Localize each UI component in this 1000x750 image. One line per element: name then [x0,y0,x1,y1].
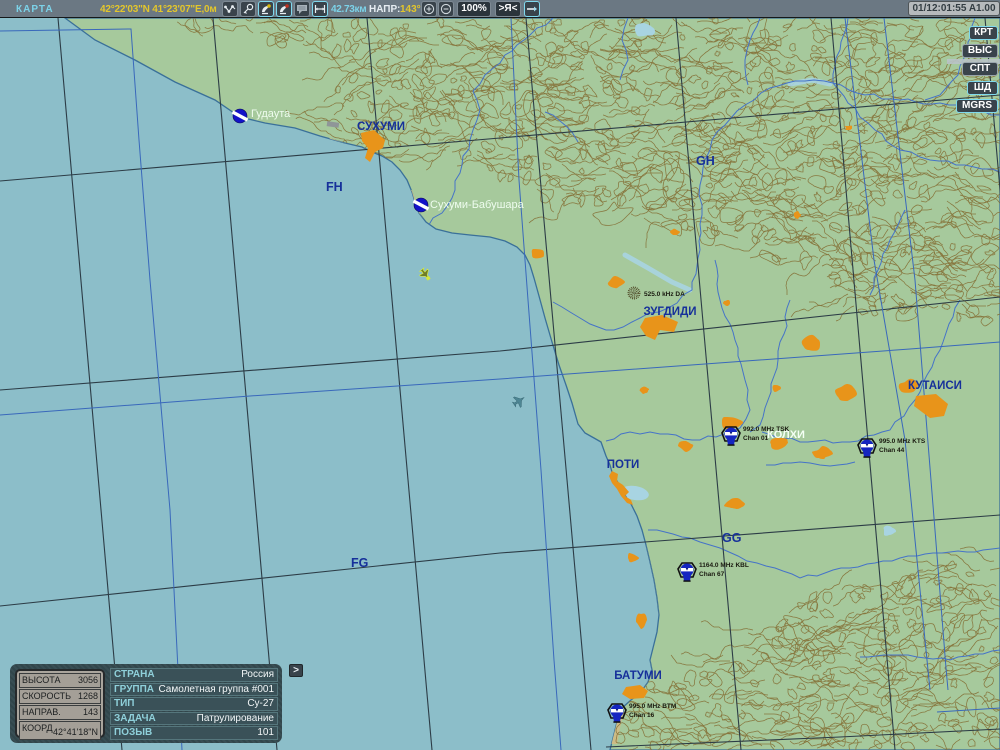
svg-text:Гудаута: Гудаута [251,108,291,120]
svg-text:GH: GH [696,154,715,168]
svg-text:КУТАИСИ: КУТАИСИ [908,380,962,392]
svg-text:Chan 44: Chan 44 [879,447,905,454]
svg-text:995.0 MHz KTS: 995.0 MHz KTS [879,438,926,445]
svg-text:525.0 kHz DA: 525.0 kHz DA [644,291,685,298]
svg-text:Chan 16: Chan 16 [629,712,655,719]
svg-text:Chan 67: Chan 67 [699,571,725,578]
svg-text:FG: FG [351,556,368,570]
svg-text:FH: FH [326,180,343,194]
svg-text:992.0 MHz TSK: 992.0 MHz TSK [743,426,790,433]
svg-text:БАТУМИ: БАТУМИ [614,670,662,682]
svg-text:995.0 MHz BTM: 995.0 MHz BTM [629,703,676,710]
svg-text:ЗУГДИДИ: ЗУГДИДИ [643,306,696,318]
svg-text:1164.0 MHz KBL: 1164.0 MHz KBL [699,562,749,569]
svg-text:ПОТИ: ПОТИ [607,459,640,471]
svg-text:Сухуми-Бабушара: Сухуми-Бабушара [430,199,525,211]
svg-text:СУХУМИ: СУХУМИ [357,121,405,133]
svg-text:GG: GG [722,531,741,545]
svg-text:Chan 01: Chan 01 [743,435,769,442]
